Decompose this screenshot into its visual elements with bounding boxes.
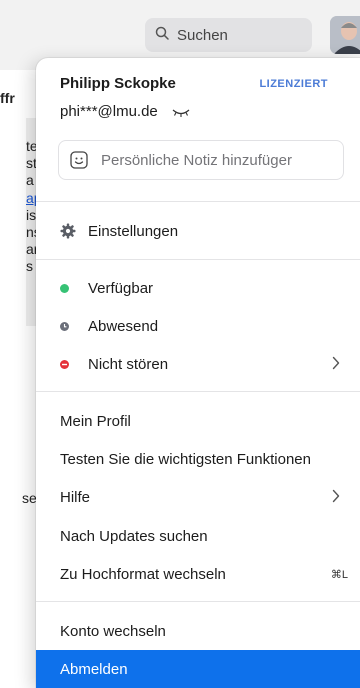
- search-box[interactable]: Suchen: [145, 18, 312, 52]
- gear-icon: [60, 223, 82, 239]
- available-dot-icon: [60, 283, 69, 293]
- menu-item-portrait-mode[interactable]: Zu Hochformat wechseln ⌘L: [36, 555, 360, 593]
- menu-item-label: Verfügbar: [88, 279, 154, 297]
- search-icon: [155, 26, 169, 44]
- menu-item-settings[interactable]: Einstellungen: [36, 212, 360, 250]
- clock-icon: [60, 321, 69, 331]
- menu-item-label: Hilfe: [60, 488, 91, 506]
- avatar[interactable]: [330, 16, 360, 54]
- divider: [36, 201, 360, 202]
- keyboard-shortcut: ⌘L: [330, 568, 348, 581]
- profile-header: Philipp Sckopke LIZENZIERT: [60, 75, 336, 92]
- menu-item-sign-out[interactable]: Abmelden: [36, 650, 360, 688]
- divider: [36, 601, 360, 602]
- menu-item-label: Abwesend: [88, 317, 159, 335]
- menu-item-label: Konto wechseln: [60, 622, 166, 640]
- status-available[interactable]: Verfügbar: [36, 269, 360, 307]
- menu-item-label: Abmelden: [60, 660, 128, 678]
- personal-note-placeholder: Persönliche Notiz hinzufüger: [101, 151, 292, 169]
- status-away[interactable]: Abwesend: [36, 307, 360, 345]
- menu-item-label: Einstellungen: [88, 222, 179, 240]
- do-not-disturb-icon: [60, 359, 69, 369]
- chevron-right-icon: [332, 489, 340, 503]
- email-row: phi***@lmu.de: [60, 103, 190, 120]
- menu-item-help[interactable]: Hilfe: [36, 478, 360, 516]
- user-name: Philipp Sckopke: [60, 75, 176, 92]
- status-dot-away: [60, 321, 82, 331]
- menu-item-label: Nach Updates suchen: [60, 527, 208, 545]
- smiley-icon: [70, 151, 88, 169]
- search-label: Suchen: [177, 26, 228, 44]
- menu-item-check-updates[interactable]: Nach Updates suchen: [36, 517, 360, 555]
- background-text: se: [22, 490, 37, 506]
- menu-item-label: Zu Hochformat wechseln: [60, 565, 226, 583]
- personal-note-field[interactable]: Persönliche Notiz hinzufüger: [58, 140, 344, 180]
- user-email: phi***@lmu.de: [60, 103, 158, 120]
- license-badge: LIZENZIERT: [259, 77, 328, 90]
- status-dot-dnd: [60, 359, 82, 369]
- eye-closed-icon[interactable]: [172, 107, 190, 117]
- menu-item-my-profile[interactable]: Mein Profil: [36, 402, 360, 440]
- profile-menu: Philipp Sckopke LIZENZIERT phi***@lmu.de…: [36, 58, 360, 688]
- menu-item-label: Mein Profil: [60, 412, 131, 430]
- chevron-right-icon: [332, 356, 340, 370]
- divider: [36, 259, 360, 260]
- menu-item-label: Testen Sie die wichtigsten Funktionen: [60, 450, 311, 468]
- divider: [36, 391, 360, 392]
- status-dot-available: [60, 283, 82, 293]
- menu-item-label: Nicht stören: [88, 355, 169, 373]
- background-text: a: [26, 172, 34, 188]
- background-text: is: [26, 207, 37, 223]
- status-do-not-disturb[interactable]: Nicht stören: [36, 345, 360, 383]
- menu-item-try-features[interactable]: Testen Sie die wichtigsten Funktionen: [36, 440, 360, 478]
- background-text: ffr: [0, 90, 15, 106]
- menu-item-switch-account[interactable]: Konto wechseln: [36, 612, 360, 650]
